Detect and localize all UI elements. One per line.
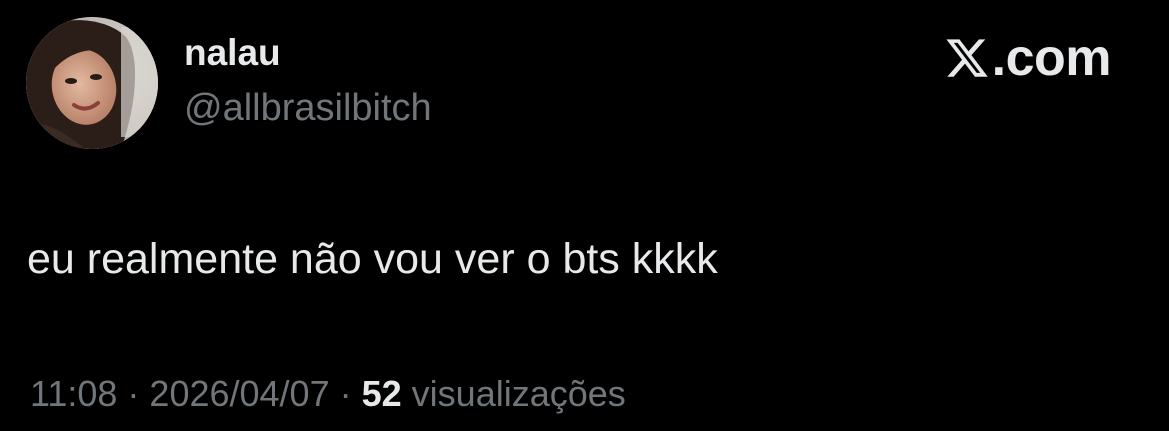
meta-separator: · <box>329 373 362 414</box>
brand-domain-text: .com <box>991 29 1112 87</box>
author-handle[interactable]: @allbrasilbitch <box>184 87 432 130</box>
avatar-image <box>26 17 158 149</box>
meta-separator: · <box>117 373 150 414</box>
views-count: 52 <box>361 373 402 414</box>
views-label: visualizações <box>411 373 626 414</box>
tweet-date[interactable]: 2026/04/07 <box>149 373 329 414</box>
x-logo-icon <box>946 39 988 77</box>
author-display-name[interactable]: nalau <box>184 34 281 71</box>
tweet-card: nalau @allbrasilbitch .com eu realmente … <box>0 0 1169 431</box>
brand-logo: .com <box>944 29 1112 87</box>
tweet-time[interactable]: 11:08 <box>30 373 117 414</box>
tweet-text: eu realmente não vou ver o bts kkkk <box>27 235 718 283</box>
tweet-meta: 11:08 · 2026/04/07 · 52 visualizações <box>30 374 626 414</box>
avatar[interactable] <box>26 17 158 149</box>
